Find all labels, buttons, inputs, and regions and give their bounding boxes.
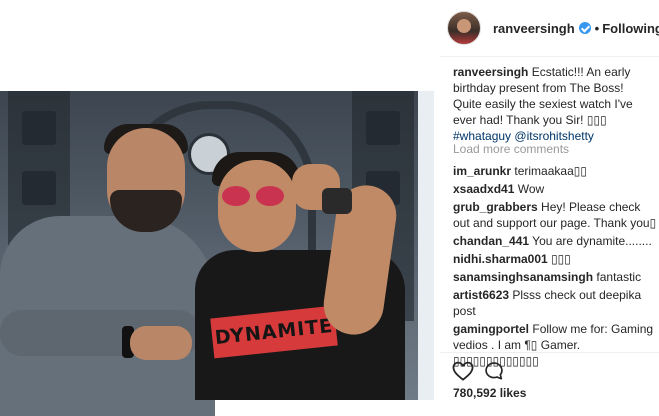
follow-separator: • <box>594 20 600 36</box>
comment-username[interactable]: nidhi.sharma001 <box>453 252 548 266</box>
comment-username[interactable]: artist6623 <box>453 288 509 302</box>
following-button[interactable]: Following <box>602 21 659 36</box>
comment-text: fantastic <box>596 270 642 284</box>
post-header: ranveersingh • Following <box>447 8 659 48</box>
header-divider <box>440 56 659 57</box>
comment-username[interactable]: im_arunkr <box>453 164 511 178</box>
comment-row: chandan_441 You are dynamite........ <box>453 233 657 249</box>
comment-username[interactable]: grub_grabbers <box>453 200 538 214</box>
comment-row: artist6623 Plsss check out deepika post <box>453 287 657 319</box>
verified-badge-icon <box>578 22 591 34</box>
photo-person-right-face <box>218 160 296 252</box>
comment-row: xsaadxd41 Wow <box>453 181 657 197</box>
load-more-comments-link[interactable]: Load more comments <box>453 142 569 156</box>
comment-bubble-icon[interactable] <box>484 361 504 381</box>
comment-row: sanamsinghsanamsingh fantastic <box>453 269 657 285</box>
photo-sunglasses <box>222 186 286 206</box>
heart-icon[interactable] <box>452 361 474 381</box>
post-caption: ranveersingh Ecstatic!!! An early birthd… <box>453 64 655 144</box>
comment-text: terimaakaa▯▯ <box>514 164 587 178</box>
comment-text: ▯▯▯ <box>551 252 571 266</box>
photo-sky-strip <box>418 91 434 400</box>
caption-hashtag[interactable]: #whataguy <box>453 129 511 143</box>
caption-mention[interactable]: @itsrohitshetty <box>514 129 594 143</box>
comment-list: im_arunkr terimaakaa▯▯ xsaadxd41 Wow grub_… <box>453 163 657 371</box>
post-author-username[interactable]: ranveersingh <box>493 21 575 36</box>
comment-text: You are dynamite........ <box>532 234 652 248</box>
comment-username[interactable]: gamingportel <box>453 322 529 336</box>
actions-divider <box>440 352 659 353</box>
caption-emojis: ▯▯▯ <box>586 113 607 127</box>
comment-row: im_arunkr terimaakaa▯▯ <box>453 163 657 179</box>
avatar[interactable] <box>447 11 481 45</box>
comment-row: grub_grabbers Hey! Please check out and … <box>453 199 657 231</box>
comment-username[interactable]: sanamsinghsanamsingh <box>453 270 593 284</box>
likes-count[interactable]: 780,592 likes <box>453 386 526 400</box>
comment-username[interactable]: xsaadxd41 <box>453 182 514 196</box>
comment-text: Wow <box>517 182 545 196</box>
photo-person-left-hand <box>130 326 192 360</box>
caption-username[interactable]: ranveersingh <box>453 65 528 79</box>
comment-username[interactable]: chandan_441 <box>453 234 529 248</box>
photo-watch <box>322 188 352 214</box>
comment-row: nidhi.sharma001 ▯▯▯ <box>453 251 657 267</box>
